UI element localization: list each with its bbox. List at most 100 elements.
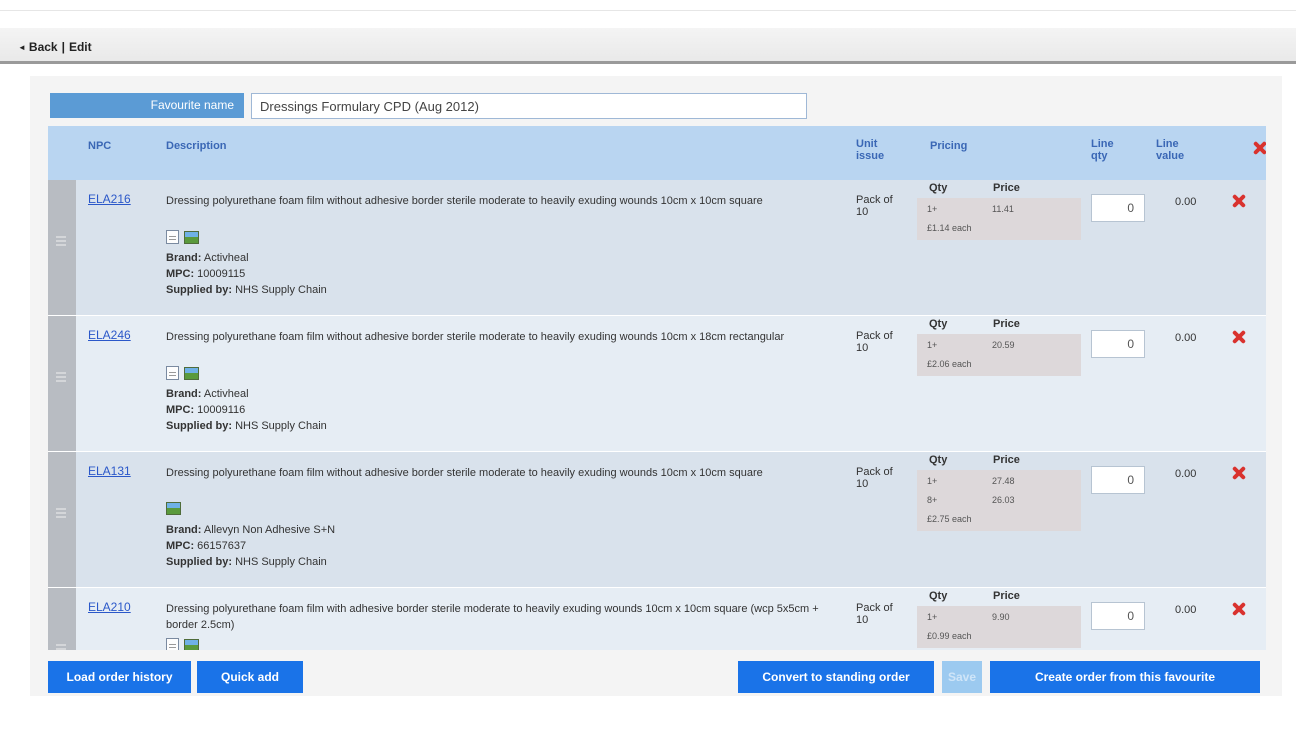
npc-link[interactable]: ELA246 [88, 328, 131, 342]
price-tier: 1+ 9.90 [927, 610, 1075, 629]
pricing-price-header: Price [993, 590, 1020, 602]
tier-qty: 8+ [927, 495, 938, 505]
header-npc[interactable]: NPC [88, 140, 111, 152]
brand-value: Allevyn Non Adhesive S+N [203, 524, 336, 536]
header-pricing: Pricing [930, 140, 968, 152]
image-icon[interactable] [166, 502, 181, 515]
price-tier: 1+ 11.41 [927, 202, 1075, 221]
line-qty-input[interactable] [1091, 602, 1145, 630]
delete-row-icon[interactable] [1231, 330, 1245, 344]
brand-value: Activheal [203, 252, 249, 264]
back-arrow-icon: ◄ [18, 43, 26, 52]
grip-icon [56, 372, 66, 382]
mpc-label: MPC: [166, 540, 195, 552]
quick-add-button[interactable]: Quick add [197, 661, 303, 693]
price-tier: 8+ 26.03 [927, 493, 1075, 512]
price-box: 1+ 20.59 £2.06 each [917, 334, 1081, 376]
tier-price: 20.59 [992, 340, 1015, 350]
delete-all-icon[interactable] [1252, 141, 1266, 155]
brand-label: Brand: [166, 524, 202, 536]
items-table: NPC Description Unit issue Pricing Line … [48, 126, 1266, 650]
unit-price-each: £2.06 each [927, 359, 972, 369]
image-icon[interactable] [184, 639, 199, 650]
pricing-qty-header: Qty [929, 590, 948, 602]
document-icon[interactable] [166, 230, 179, 244]
line-value: 0.00 [1175, 332, 1197, 344]
delete-row-icon[interactable] [1231, 194, 1245, 208]
header-line-qty: Line qty [1091, 138, 1114, 162]
item-meta: Brand: Allevyn Non Adhesive S+N MPC: 661… [166, 522, 335, 570]
edit-link[interactable]: Edit [69, 40, 92, 54]
pricing-header: Qty Price [929, 318, 1020, 330]
save-button[interactable]: Save [942, 661, 982, 693]
drag-handle[interactable] [48, 452, 76, 587]
supplier-label: Supplied by: [166, 420, 232, 432]
drag-handle[interactable] [48, 316, 76, 451]
tier-qty: 1+ [927, 476, 938, 486]
mpc-value: 10009116 [197, 404, 246, 416]
tier-price: 27.48 [992, 476, 1015, 486]
item-icons [166, 230, 199, 246]
line-value: 0.00 [1175, 468, 1197, 480]
brand-label: Brand: [166, 252, 202, 264]
table-header: NPC Description Unit issue Pricing Line … [48, 126, 1266, 180]
grip-icon [56, 236, 66, 246]
price-tier: 1+ 20.59 [927, 338, 1075, 357]
table-row: ELA210 Dressing polyurethane foam film w… [48, 588, 1266, 650]
navigation-strip: ◄ Back | Edit [0, 28, 1296, 64]
tier-price: 9.90 [992, 612, 1010, 622]
breadcrumb: ◄ Back | Edit [18, 40, 92, 54]
item-meta: Brand: Activheal MPC: 10009116 Supplied … [166, 386, 327, 434]
line-qty-input[interactable] [1091, 194, 1145, 222]
item-meta: Brand: Activheal MPC: 10009115 Supplied … [166, 250, 327, 298]
create-order-button[interactable]: Create order from this favourite [990, 661, 1260, 693]
delete-row-icon[interactable] [1231, 466, 1245, 480]
tier-price: 26.03 [992, 495, 1015, 505]
convert-standing-order-button[interactable]: Convert to standing order [738, 661, 934, 693]
tier-qty: 1+ [927, 204, 938, 214]
item-icons [166, 502, 181, 518]
npc-link[interactable]: ELA216 [88, 192, 131, 206]
delete-row-icon[interactable] [1231, 602, 1245, 616]
pricing-header: Qty Price [929, 590, 1020, 602]
drag-handle[interactable] [48, 588, 76, 650]
document-icon[interactable] [166, 638, 179, 650]
document-icon[interactable] [166, 366, 179, 380]
npc-link[interactable]: ELA131 [88, 464, 131, 478]
unit-issue: Pack of 10 [856, 194, 893, 218]
item-description: Dressing polyurethane foam film without … [166, 331, 785, 343]
table-row: ELA216 Dressing polyurethane foam film w… [48, 180, 1266, 316]
tier-qty: 1+ [927, 612, 938, 622]
nav-separator: | [61, 40, 65, 54]
favourite-name-input[interactable] [251, 93, 807, 119]
header-description[interactable]: Description [166, 140, 227, 152]
back-link[interactable]: Back [29, 40, 58, 54]
supplier-value: NHS Supply Chain [235, 284, 327, 296]
supplier-label: Supplied by: [166, 284, 232, 296]
pricing-header: Qty Price [929, 454, 1020, 466]
line-value: 0.00 [1175, 604, 1197, 616]
unit-issue: Pack of 10 [856, 330, 893, 354]
line-qty-input[interactable] [1091, 466, 1145, 494]
image-icon[interactable] [184, 367, 199, 380]
line-qty-input[interactable] [1091, 330, 1145, 358]
grip-icon [56, 508, 66, 518]
header-unit-issue[interactable]: Unit issue [856, 138, 896, 162]
unit-price-each: £0.99 each [927, 631, 972, 641]
load-order-history-button[interactable]: Load order history [48, 661, 191, 693]
pricing-header: Qty Price [929, 182, 1020, 194]
item-icons [166, 638, 199, 650]
item-description: Dressing polyurethane foam film with adh… [166, 603, 819, 631]
item-description: Dressing polyurethane foam film without … [166, 467, 763, 479]
image-icon[interactable] [184, 231, 199, 244]
drag-handle[interactable] [48, 180, 76, 315]
mpc-label: MPC: [166, 404, 195, 416]
price-tier: 1+ 27.48 [927, 474, 1075, 493]
price-box: 1+ 27.48 8+ 26.03 £2.75 each [917, 470, 1081, 531]
table-row: ELA246 Dressing polyurethane foam film w… [48, 316, 1266, 452]
npc-link[interactable]: ELA210 [88, 600, 131, 614]
brand-label: Brand: [166, 388, 202, 400]
price-box: 1+ 11.41 £1.14 each [917, 198, 1081, 240]
mpc-value: 10009115 [197, 268, 246, 280]
pricing-qty-header: Qty [929, 454, 948, 466]
